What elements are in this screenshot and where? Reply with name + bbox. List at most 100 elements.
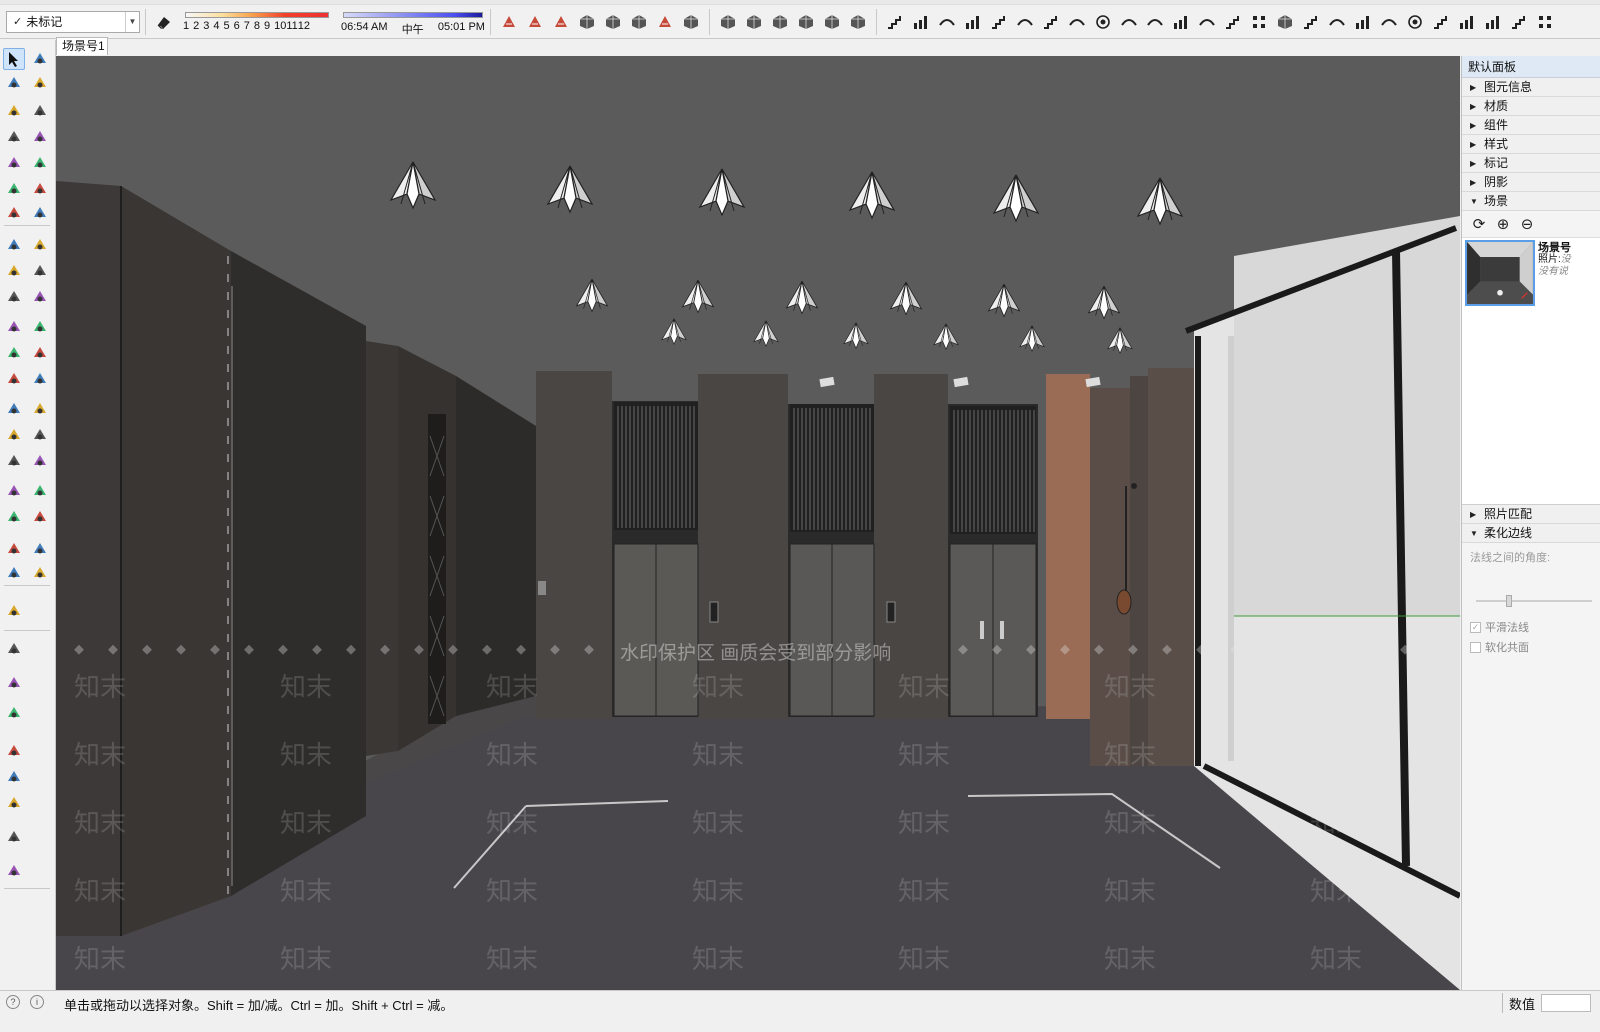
zoom-tool-icon[interactable]	[3, 424, 25, 446]
move-tool-icon[interactable]	[3, 234, 25, 256]
dimension-tool-icon[interactable]	[29, 316, 51, 338]
refresh-icon[interactable]: ⟳	[1470, 215, 1488, 233]
curve-tool-icon[interactable]	[1014, 11, 1036, 33]
plugin6-tool-icon[interactable]	[3, 766, 25, 788]
plugin1-tool-icon[interactable]	[3, 600, 25, 622]
stairs-tool-icon[interactable]	[1430, 11, 1452, 33]
knife-tool-icon[interactable]	[3, 860, 25, 882]
stairs-tool-icon[interactable]	[1300, 11, 1322, 33]
tray-panel-item[interactable]: ▶ 样式	[1462, 135, 1600, 154]
3dtext-tool-icon[interactable]	[29, 368, 51, 390]
chevron-down-icon[interactable]: ▼	[125, 11, 139, 32]
sandbox1-tool-icon[interactable]	[3, 538, 25, 560]
bars-tool-icon[interactable]	[1456, 11, 1478, 33]
cube-tool-icon[interactable]	[769, 11, 791, 33]
red-tool-icon[interactable]	[550, 11, 572, 33]
pan-tool-icon[interactable]	[29, 398, 51, 420]
shadow-date-slider[interactable]: 1 2 3 4 5 6 7 8 9 10 11 12	[181, 7, 333, 37]
arc2-tool-icon[interactable]	[29, 178, 51, 200]
bars-tool-icon[interactable]	[910, 11, 932, 33]
stairs-tool-icon[interactable]	[1508, 11, 1530, 33]
freehand-tool-icon[interactable]	[29, 100, 51, 122]
plugin7-tool-icon[interactable]	[3, 792, 25, 814]
grid-tool-icon[interactable]	[1534, 11, 1556, 33]
plugin2-tool-icon[interactable]	[3, 638, 25, 660]
select-tool-icon[interactable]	[3, 48, 25, 70]
zoomext-tool-icon[interactable]	[3, 450, 25, 472]
arc-tool-icon[interactable]	[3, 178, 25, 200]
cube-tool-icon[interactable]	[602, 11, 624, 33]
cube-tool-icon[interactable]	[576, 11, 598, 33]
paint-tool-icon[interactable]	[3, 72, 25, 94]
pencil-tool-icon[interactable]	[3, 100, 25, 122]
eye-tool-icon[interactable]	[3, 826, 25, 848]
normal-angle-slider[interactable]	[1470, 591, 1592, 611]
stairs-tool-icon[interactable]	[884, 11, 906, 33]
plugin3-tool-icon[interactable]	[3, 672, 25, 694]
tray-panel-item[interactable]: ▼ 场景	[1462, 192, 1600, 211]
stairs-tool-icon[interactable]	[988, 11, 1010, 33]
curve-tool-icon[interactable]	[1066, 11, 1088, 33]
section-tool-icon[interactable]	[29, 506, 51, 528]
pushpull-tool-icon[interactable]	[29, 234, 51, 256]
scene-tab[interactable]: 场景号1	[56, 37, 108, 55]
cube-tool-icon[interactable]	[628, 11, 650, 33]
bars-tool-icon[interactable]	[1482, 11, 1504, 33]
rotate-tool-icon[interactable]	[3, 260, 25, 282]
info-icon[interactable]: i	[30, 995, 44, 1009]
shadow-time-slider[interactable]: 06:54 AM 中午 05:01 PM	[341, 7, 485, 37]
cube-tool-icon[interactable]	[1274, 11, 1296, 33]
eraser-tool-icon[interactable]	[29, 72, 51, 94]
add-scene-icon[interactable]: ⊕	[1494, 215, 1512, 233]
walk-tool-icon[interactable]	[3, 480, 25, 502]
cube-tool-icon[interactable]	[29, 48, 51, 70]
axes-tool-icon[interactable]	[3, 368, 25, 390]
tape-tool-icon[interactable]	[3, 316, 25, 338]
offset-tool-icon[interactable]	[29, 286, 51, 308]
stairs-tool-icon[interactable]	[1040, 11, 1062, 33]
rect-tool-icon[interactable]	[3, 126, 25, 148]
pie-tool-icon[interactable]	[29, 202, 51, 224]
red-tool-icon[interactable]	[498, 11, 520, 33]
zoomwin-tool-icon[interactable]	[29, 424, 51, 446]
curve-tool-icon[interactable]	[1118, 11, 1140, 33]
polygon-tool-icon[interactable]	[29, 152, 51, 174]
eraser-shadow-toggle-icon[interactable]	[153, 11, 175, 33]
rect2-tool-icon[interactable]	[29, 126, 51, 148]
zoomsel-tool-icon[interactable]	[29, 450, 51, 472]
curve-tool-icon[interactable]	[1326, 11, 1348, 33]
lookaround-tool-icon[interactable]	[29, 480, 51, 502]
stairs-tool-icon[interactable]	[1222, 11, 1244, 33]
sandbox3-tool-icon[interactable]	[3, 562, 25, 584]
plugin5-tool-icon[interactable]	[3, 740, 25, 762]
tray-panel-item[interactable]: ▶ 图元信息	[1462, 78, 1600, 97]
curve-tool-icon[interactable]	[1196, 11, 1218, 33]
cube-tool-icon[interactable]	[821, 11, 843, 33]
tray-panel-item[interactable]: ▶ 组件	[1462, 116, 1600, 135]
grid-tool-icon[interactable]	[1248, 11, 1270, 33]
tray-panel-item[interactable]: ▶ 阴影	[1462, 173, 1600, 192]
plugin4-tool-icon[interactable]	[3, 702, 25, 724]
bars-tool-icon[interactable]	[962, 11, 984, 33]
spiral-tool-icon[interactable]	[1092, 11, 1114, 33]
protractor-tool-icon[interactable]	[3, 342, 25, 364]
circle-tool-icon[interactable]	[3, 152, 25, 174]
sandbox4-tool-icon[interactable]	[29, 562, 51, 584]
cube-tool-icon[interactable]	[680, 11, 702, 33]
tray-panel-photo-match[interactable]: ▶ 照片匹配	[1462, 505, 1600, 524]
geo-location-icon[interactable]: ?	[6, 995, 20, 1009]
tray-panel-item[interactable]: ▶ 标记	[1462, 154, 1600, 173]
sandbox2-tool-icon[interactable]	[29, 538, 51, 560]
curve-tool-icon[interactable]	[936, 11, 958, 33]
smooth-normals-checkbox[interactable]: ✓ 平滑法线	[1470, 619, 1592, 635]
cube-tool-icon[interactable]	[795, 11, 817, 33]
cube-tool-icon[interactable]	[847, 11, 869, 33]
remove-scene-icon[interactable]: ⊖	[1518, 215, 1536, 233]
red-tool-icon[interactable]	[654, 11, 676, 33]
tag-select[interactable]: ✓ 未标记 ▼	[6, 10, 140, 33]
red-tool-icon[interactable]	[524, 11, 546, 33]
cube-tool-icon[interactable]	[743, 11, 765, 33]
scale-tool-icon[interactable]	[3, 286, 25, 308]
orbit-tool-icon[interactable]	[3, 398, 25, 420]
model-viewport[interactable]: 知末 知末 知末 知末 知末 知末 知末 知末 知末 知末 知末 知末 知末 知末 知末 知末 知末 知末 知末 知末…	[56, 56, 1460, 990]
